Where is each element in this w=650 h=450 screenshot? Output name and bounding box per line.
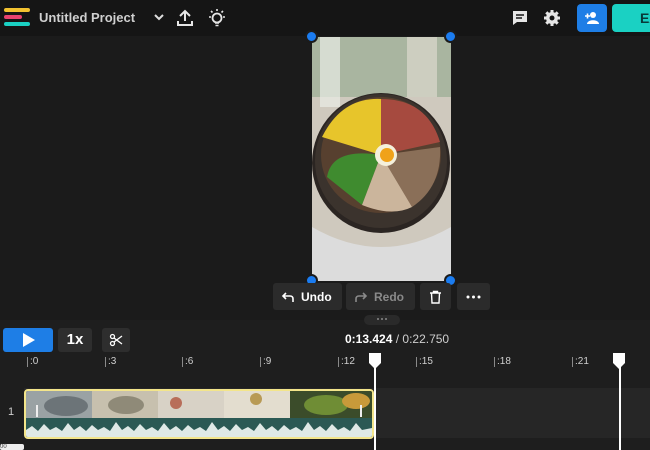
timecode: 0:13.424 / 0:22.750 — [345, 332, 449, 346]
ruler-tick: :9 — [260, 356, 271, 367]
comment-icon[interactable] — [509, 7, 531, 29]
project-title[interactable]: Untitled Project — [39, 10, 135, 25]
time-ruler[interactable]: :0 :3 :6 :9 :12 :15 :18 :21 — [24, 352, 650, 372]
end-marker-handle-icon[interactable] — [612, 352, 626, 370]
audio-waveform — [26, 418, 372, 437]
undo-button[interactable]: Undo — [273, 283, 342, 310]
chevron-down-icon[interactable] — [152, 9, 166, 25]
lightbulb-icon[interactable] — [206, 7, 228, 29]
ruler-tick: :0 — [27, 356, 38, 367]
video-editor: Untitled Project E Undo Redo 1x 0:13.424… — [0, 0, 650, 450]
add-user-icon — [585, 12, 599, 24]
split-button[interactable] — [102, 328, 130, 352]
total-time: 0:22.750 — [402, 332, 450, 346]
clip-thumbnails — [26, 391, 372, 418]
invite-button[interactable] — [577, 4, 607, 32]
clip-trim-handle-right[interactable] — [360, 405, 362, 417]
time-separator: / — [392, 332, 403, 346]
gear-icon[interactable] — [541, 7, 563, 29]
top-bar: Untitled Project E — [0, 0, 650, 36]
delete-button[interactable] — [420, 283, 451, 310]
redo-button[interactable]: Redo — [346, 283, 415, 310]
playback-speed-button[interactable]: 1x — [58, 328, 92, 352]
more-icon — [466, 295, 481, 299]
trash-icon — [430, 290, 441, 304]
ruler-tick: :12 — [338, 356, 355, 367]
panel-resize-handle[interactable] — [364, 315, 400, 325]
more-options-button[interactable] — [457, 283, 490, 310]
undo-label: Undo — [301, 290, 332, 304]
ruler-tick: :6 — [182, 356, 193, 367]
playhead-handle-icon[interactable] — [368, 352, 382, 370]
redo-label: Redo — [374, 290, 404, 304]
video-frame-image — [312, 37, 451, 281]
undo-icon — [281, 292, 294, 302]
ruler-tick: :15 — [416, 356, 433, 367]
export-button[interactable]: Ex — [612, 4, 650, 32]
track-number: 1 — [8, 406, 15, 418]
ruler-tick: :3 — [105, 356, 116, 367]
redo-icon — [355, 292, 368, 302]
video-clip[interactable] — [24, 389, 374, 439]
play-button[interactable] — [3, 328, 53, 352]
play-icon — [23, 333, 35, 347]
upload-icon[interactable] — [174, 7, 196, 29]
resize-handle-top-right[interactable] — [444, 30, 457, 43]
resize-handle-top-left[interactable] — [305, 30, 318, 43]
ruler-tick: :18 — [494, 356, 511, 367]
ruler-tick: :21 — [572, 356, 589, 367]
current-time: 0:13.424 — [345, 332, 393, 346]
video-preview[interactable] — [312, 37, 451, 281]
clip-trim-handle-left[interactable] — [36, 405, 38, 417]
logo-icon[interactable] — [4, 8, 34, 30]
bottom-label: 00 — [0, 444, 24, 450]
scissors-icon — [109, 333, 123, 347]
grip-icon — [377, 318, 387, 320]
